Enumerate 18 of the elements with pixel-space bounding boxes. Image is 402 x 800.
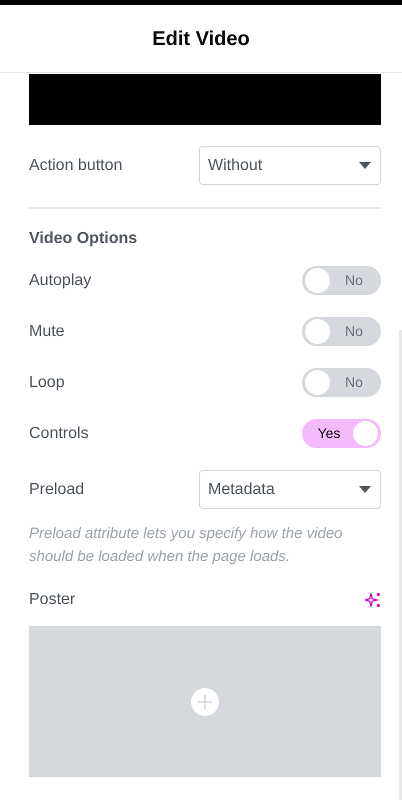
caret-icon bbox=[359, 162, 371, 169]
toggle-switch[interactable]: Yes bbox=[302, 419, 381, 448]
add-icon bbox=[191, 688, 219, 716]
caret-icon bbox=[359, 486, 371, 493]
preload-select[interactable]: Metadata bbox=[199, 470, 381, 509]
toggle-label: Mute bbox=[29, 322, 65, 342]
panel-title: Edit Video bbox=[152, 26, 250, 52]
field-label: Preload bbox=[29, 480, 84, 500]
sparkle-icon[interactable] bbox=[365, 592, 381, 608]
field-label: Poster bbox=[29, 590, 76, 610]
help-text: Preload attribute lets you specify how the video should be loaded when the page loads. bbox=[29, 524, 344, 567]
toggle-label: Autoplay bbox=[29, 270, 92, 290]
toggle-label: Loop bbox=[29, 372, 65, 392]
toggle-label: Controls bbox=[29, 424, 89, 444]
section-title: Video Options bbox=[29, 229, 138, 249]
action-button-select[interactable]: Without bbox=[199, 146, 381, 185]
poster-upload-area[interactable] bbox=[29, 626, 381, 777]
field-label: Action button bbox=[29, 156, 122, 176]
